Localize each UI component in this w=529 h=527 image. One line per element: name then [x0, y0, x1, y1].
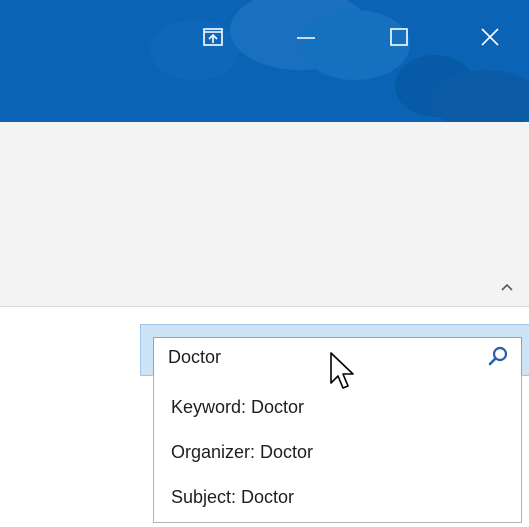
search-suggestions-list: Keyword: Doctor Organizer: Doctor Subjec…: [153, 375, 522, 523]
suggestion-organizer[interactable]: Organizer: Doctor: [154, 432, 521, 472]
collapse-ribbon-button[interactable]: [495, 277, 519, 297]
search-box[interactable]: [153, 337, 522, 376]
maximize-button[interactable]: [376, 14, 422, 60]
ribbon-display-options-button[interactable]: [190, 14, 236, 60]
maximize-icon: [390, 28, 408, 46]
title-bar: [0, 0, 529, 122]
app-window: Keyword: Doctor Organizer: Doctor Subjec…: [0, 0, 529, 527]
suggestion-label: Organizer: Doctor: [171, 441, 314, 462]
search-input[interactable]: [168, 347, 468, 368]
minimize-icon: [297, 37, 315, 39]
suggestion-keyword[interactable]: Keyword: Doctor: [154, 387, 521, 427]
close-button[interactable]: [467, 14, 513, 60]
window-restore-icon: [203, 28, 223, 46]
search-icon[interactable]: [487, 346, 509, 368]
chevron-up-icon: [501, 283, 513, 291]
ribbon: [0, 122, 529, 307]
close-icon: [481, 28, 499, 46]
suggestion-label: Subject: Doctor: [171, 486, 295, 507]
suggestion-label: Keyword: Doctor: [171, 396, 305, 417]
minimize-button[interactable]: [283, 14, 329, 60]
suggestion-subject[interactable]: Subject: Doctor: [154, 477, 521, 517]
